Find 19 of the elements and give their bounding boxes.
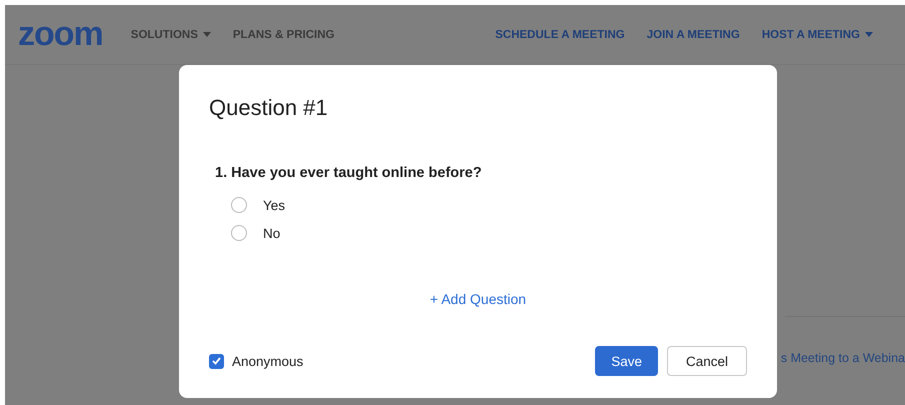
nav-link[interactable]: SOLUTIONS	[130, 28, 211, 40]
radio-button[interactable]	[231, 225, 247, 241]
nav-link[interactable]: HOST A MEETING	[762, 28, 873, 40]
question-text: 1. Have you ever taught online before?	[215, 165, 483, 181]
nav-link[interactable]: PLANS & PRICING	[232, 28, 334, 40]
option-label: No	[263, 226, 280, 240]
option-label: Yes	[263, 198, 286, 212]
checkmark-icon	[212, 357, 221, 365]
save-button[interactable]: Save	[595, 346, 658, 376]
anonymous-checkbox[interactable]	[209, 354, 224, 368]
checkbox-label: Anonymous	[232, 354, 304, 368]
nav-link[interactable]: JOIN A MEETING	[646, 28, 740, 40]
logo[interactable]: zoom	[18, 15, 103, 54]
nav-link[interactable]: SCHEDULE A MEETING	[495, 28, 625, 40]
background-link[interactable]: s Meeting to a Webina	[780, 351, 905, 365]
cancel-button[interactable]: Cancel	[666, 346, 747, 376]
dialog-title: Question #1	[209, 95, 329, 121]
radio-button[interactable]	[231, 197, 247, 213]
add-question-link[interactable]: + Add Question	[430, 291, 526, 307]
